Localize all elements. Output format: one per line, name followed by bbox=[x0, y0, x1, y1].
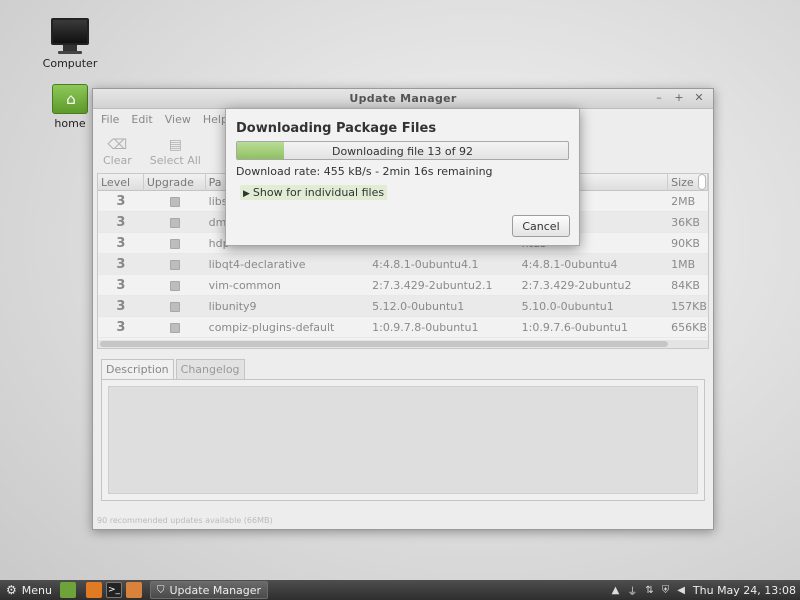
taskbar: ⚙ Menu >_ ⛉ Update Manager ▲ ⏚ ⇅ ⛨ ◀ Thu… bbox=[0, 580, 800, 600]
upgrade-checkbox[interactable] bbox=[144, 321, 206, 334]
table-row[interactable]: 3 libunity9 5.12.0-0ubuntu1 5.10.0-0ubuntu1… bbox=[98, 296, 708, 317]
menu-view[interactable]: View bbox=[165, 113, 191, 126]
level-cell: 3 bbox=[116, 298, 126, 314]
upgrade-checkbox[interactable] bbox=[144, 279, 206, 292]
size-cell: 656KB bbox=[671, 320, 707, 334]
level-cell: 3 bbox=[116, 277, 126, 293]
home-desktop-icon[interactable]: ⌂ home bbox=[40, 84, 100, 130]
monitor-icon bbox=[51, 18, 89, 45]
expander-arrow-icon: ▶ bbox=[243, 189, 250, 199]
download-dialog: Downloading Package Files Downloading fi… bbox=[225, 108, 580, 246]
size-cell: 84KB bbox=[671, 278, 700, 292]
tab-description[interactable]: Description bbox=[101, 359, 174, 379]
close-icon[interactable]: ✕ bbox=[693, 91, 705, 105]
header-upgrade[interactable]: Upgrade bbox=[144, 174, 206, 191]
network-icon[interactable]: ⇅ bbox=[645, 585, 653, 596]
computer-label: Computer bbox=[42, 57, 98, 70]
menu-edit[interactable]: Edit bbox=[131, 113, 152, 126]
size-cell: 1MB bbox=[671, 257, 696, 271]
new-version-cell: 1:0.9.7.6-0ubuntu1 bbox=[521, 320, 628, 334]
start-menu-button[interactable]: ⚙ Menu bbox=[0, 583, 56, 597]
volume-icon[interactable]: ◀ bbox=[677, 585, 685, 596]
size-cell: 36KB bbox=[671, 215, 700, 229]
checkbox-icon[interactable] bbox=[169, 280, 180, 291]
upgrade-checkbox[interactable] bbox=[144, 258, 206, 271]
clock[interactable]: Thu May 24, 13:08 bbox=[693, 584, 796, 597]
header-level[interactable]: Level bbox=[98, 174, 144, 191]
home-folder-icon: ⌂ bbox=[52, 84, 88, 114]
window-titlebar[interactable]: Update Manager – + ✕ bbox=[93, 89, 713, 109]
terminal-icon[interactable]: >_ bbox=[106, 582, 122, 598]
progress-text: Downloading file 13 of 92 bbox=[331, 145, 474, 158]
home-label: home bbox=[54, 117, 86, 130]
size-cell: 157KB bbox=[671, 299, 707, 313]
mint-menu-icon: ⚙ bbox=[6, 583, 17, 597]
clear-button[interactable]: ⌫ Clear bbox=[103, 136, 132, 167]
level-cell: 3 bbox=[116, 256, 126, 272]
checkbox-icon[interactable] bbox=[169, 196, 180, 207]
launcher-icon[interactable] bbox=[126, 582, 142, 598]
level-cell: 3 bbox=[116, 235, 126, 251]
system-tray: ▲ ⏚ ⇅ ⛨ ◀ Thu May 24, 13:08 bbox=[612, 580, 796, 600]
table-row[interactable]: 3 vim-common 2:7.3.429-2ubuntu2.1 2:7.3.429… bbox=[98, 275, 708, 296]
old-version-cell: 2:7.3.429-2ubuntu2.1 bbox=[372, 278, 493, 292]
download-rate-text: Download rate: 455 kB/s - 2min 16s remai… bbox=[236, 165, 493, 178]
new-version-cell: 5.10.0-0ubuntu1 bbox=[521, 299, 614, 313]
upgrade-checkbox[interactable] bbox=[144, 216, 206, 229]
package-name-cell: vim-common bbox=[208, 278, 281, 292]
maximize-icon[interactable]: + bbox=[673, 91, 685, 105]
status-text: 90 recommended updates available (66MB) bbox=[97, 516, 273, 525]
old-version-cell: 5.12.0-0ubuntu1 bbox=[372, 299, 465, 313]
new-version-cell: 4:4.8.1-0ubuntu4 bbox=[521, 257, 618, 271]
detail-tabs: Description Changelog bbox=[101, 359, 247, 379]
select-all-button[interactable]: ▤ Select All bbox=[150, 136, 201, 167]
tab-panel bbox=[101, 379, 705, 501]
checkbox-icon[interactable] bbox=[169, 322, 180, 333]
taskbar-item-update-manager[interactable]: ⛉ Update Manager bbox=[150, 581, 268, 599]
select-all-icon: ▤ bbox=[168, 136, 182, 153]
tab-changelog[interactable]: Changelog bbox=[175, 359, 245, 379]
level-cell: 3 bbox=[116, 214, 126, 230]
table-row[interactable]: 3 compiz-plugins-default 1:0.9.7.8-0ubuntu… bbox=[98, 317, 708, 338]
checkbox-icon[interactable] bbox=[169, 301, 180, 312]
level-cell: 3 bbox=[116, 193, 126, 209]
show-individual-files-expander[interactable]: ▶ Show for individual files bbox=[240, 185, 388, 200]
firefox-icon[interactable] bbox=[86, 582, 102, 598]
level-cell: 3 bbox=[116, 319, 126, 335]
computer-desktop-icon[interactable]: Computer bbox=[40, 18, 100, 70]
size-cell: 2MB bbox=[671, 194, 696, 208]
checkbox-icon[interactable] bbox=[169, 238, 180, 249]
old-version-cell: 1:0.9.7.8-0ubuntu1 bbox=[372, 320, 479, 334]
table-row[interactable]: 3 libqt4-declarative 4:4.8.1-0ubuntu4.1 4:4… bbox=[98, 254, 708, 275]
upgrade-checkbox[interactable] bbox=[144, 237, 206, 250]
size-cell: 90KB bbox=[671, 236, 700, 250]
checkbox-icon[interactable] bbox=[169, 217, 180, 228]
download-progress-bar: Downloading file 13 of 92 bbox=[236, 141, 569, 160]
dialog-title: Downloading Package Files bbox=[236, 121, 437, 136]
new-version-cell: 2:7.3.429-2ubuntu2 bbox=[521, 278, 632, 292]
arrow-up-icon[interactable]: ▲ bbox=[612, 585, 620, 596]
cancel-button[interactable]: Cancel bbox=[512, 215, 570, 237]
package-name-cell: libunity9 bbox=[208, 299, 257, 313]
menu-file[interactable]: File bbox=[101, 113, 119, 126]
clear-icon: ⌫ bbox=[107, 136, 128, 153]
old-version-cell: 4:4.8.1-0ubuntu4.1 bbox=[372, 257, 479, 271]
package-name-cell: compiz-plugins-default bbox=[208, 320, 335, 334]
upgrade-checkbox[interactable] bbox=[144, 195, 206, 208]
description-text-area[interactable] bbox=[108, 386, 698, 494]
upgrade-checkbox[interactable] bbox=[144, 300, 206, 313]
update-shield-icon[interactable]: ⛨ bbox=[662, 585, 670, 596]
show-desktop-icon[interactable] bbox=[60, 582, 76, 598]
window-title: Update Manager bbox=[349, 92, 457, 105]
minimize-icon[interactable]: – bbox=[653, 91, 665, 105]
shield-icon: ⛉ bbox=[157, 584, 165, 596]
usb-icon[interactable]: ⏚ bbox=[627, 583, 637, 598]
package-name-cell: libqt4-declarative bbox=[208, 257, 306, 271]
horizontal-scrollbar[interactable] bbox=[98, 340, 708, 348]
checkbox-icon[interactable] bbox=[169, 259, 180, 270]
vertical-scrollbar[interactable] bbox=[698, 174, 706, 192]
